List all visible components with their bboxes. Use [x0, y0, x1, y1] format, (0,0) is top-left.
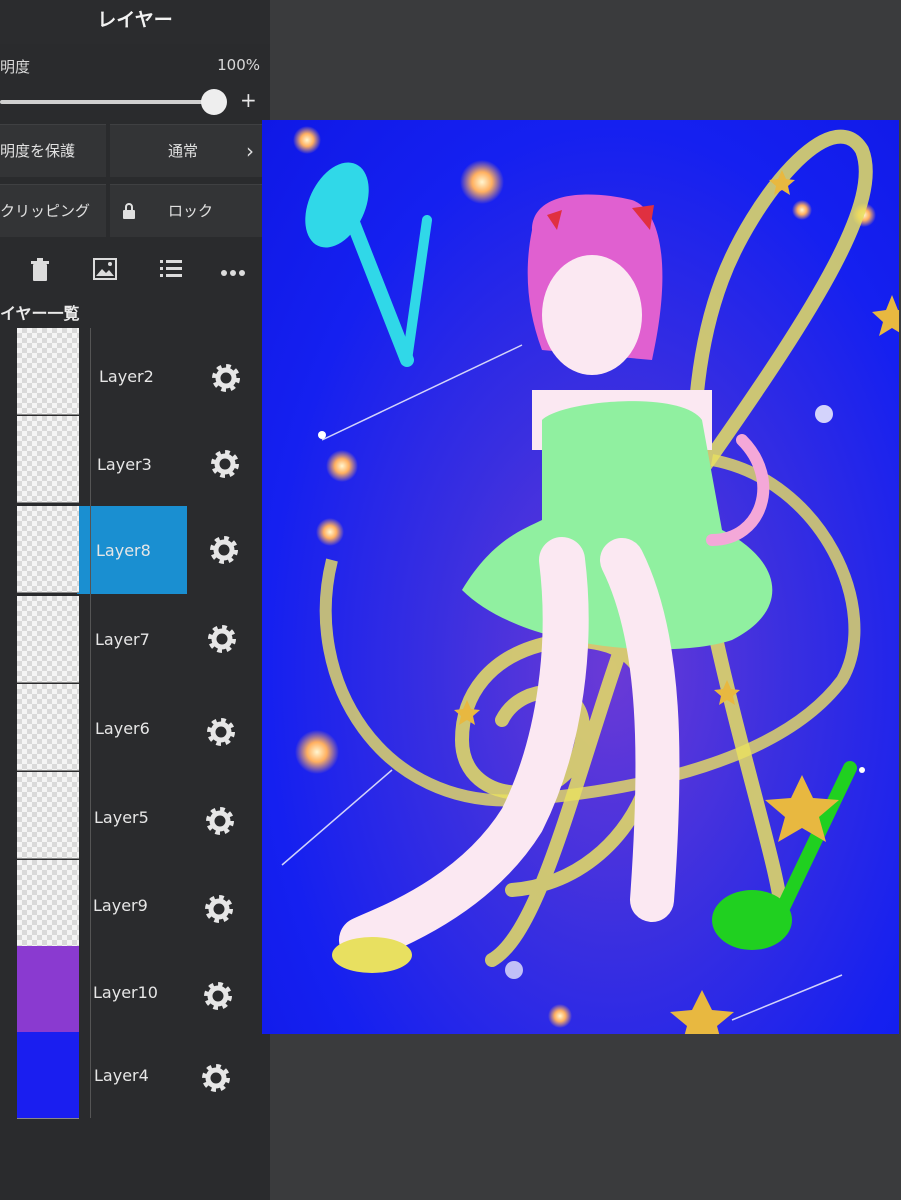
layer-row-layer8[interactable]: Layer8	[0, 506, 270, 594]
green-note	[712, 761, 857, 950]
protect-alpha-button[interactable]: 明度を保護	[0, 124, 106, 177]
layer-thumbnail	[17, 1032, 79, 1119]
layer-name: Layer5	[94, 808, 149, 827]
opacity-label: 明度	[0, 58, 31, 76]
protect-alpha-label: 明度を保護	[0, 142, 76, 160]
layer-row-layer7[interactable]: Layer7	[0, 596, 270, 683]
layer-thumbnail	[17, 772, 79, 859]
layer-list-title: イヤー一覧	[0, 304, 80, 323]
cyan-note	[305, 162, 432, 367]
opacity-value: 100%	[217, 56, 260, 74]
list-icon[interactable]	[158, 258, 184, 284]
layer-thumbnail	[17, 684, 79, 771]
gear-icon[interactable]	[207, 446, 243, 482]
layer-list: Layer2 Layer3 Layer8 Layer7 Layer6 Layer…	[0, 328, 270, 1200]
layer-row-layer4[interactable]: Layer4	[0, 1032, 270, 1119]
layer-thumbnail	[17, 946, 79, 1033]
blend-mode-label: 通常	[168, 142, 199, 160]
clipping-label: クリッピング	[0, 202, 91, 220]
layer-name: Layer4	[94, 1066, 149, 1085]
layer-toolbar	[0, 252, 270, 292]
opacity-row: 明度 100%	[0, 52, 270, 82]
layer-name: Layer9	[93, 896, 148, 915]
opacity-slider[interactable]: +	[0, 88, 262, 116]
layer-name: Layer3	[97, 455, 152, 474]
artwork-canvas[interactable]	[262, 120, 899, 1034]
image-icon[interactable]	[92, 258, 118, 284]
trash-icon[interactable]	[27, 258, 53, 284]
layer-panel: レイヤー 明度 100% + 明度を保護 通常 › クリッピング ロック イヤー…	[0, 0, 270, 1200]
gear-icon[interactable]	[203, 714, 239, 750]
slider-track	[0, 100, 214, 104]
layer-thumbnail	[17, 860, 79, 947]
panel-title: レイヤー	[0, 0, 270, 44]
plus-icon[interactable]: +	[240, 88, 257, 112]
gear-icon[interactable]	[198, 1060, 234, 1096]
layer-name: Layer7	[95, 630, 150, 649]
layer-name: Layer2	[99, 367, 154, 386]
layer-thumbnail	[17, 416, 79, 503]
layer-row-layer9[interactable]: Layer9	[0, 860, 270, 947]
layer-row-layer6[interactable]: Layer6	[0, 684, 270, 771]
layer-name: Layer8	[96, 541, 151, 560]
more-icon[interactable]	[220, 258, 246, 284]
gear-icon[interactable]	[200, 978, 236, 1014]
layer-thumbnail	[17, 596, 79, 683]
gear-icon[interactable]	[204, 621, 240, 657]
layer-row-layer10[interactable]: Layer10	[0, 946, 270, 1033]
layer-name: Layer6	[95, 719, 150, 738]
chevron-right-icon: ›	[246, 139, 254, 163]
layer-thumbnail	[17, 506, 79, 593]
gear-icon[interactable]	[202, 803, 238, 839]
gear-icon[interactable]	[201, 891, 237, 927]
artwork-illustration	[281, 126, 899, 1034]
blend-mode-button[interactable]: 通常 ›	[110, 124, 270, 177]
lock-button[interactable]: ロック	[110, 184, 270, 237]
gear-icon[interactable]	[208, 360, 244, 396]
layer-thumbnail	[17, 328, 79, 415]
layer-row-layer2[interactable]: Layer2	[0, 328, 270, 415]
layer-name: Layer10	[93, 983, 158, 1002]
lock-icon	[123, 203, 135, 219]
gear-icon[interactable]	[206, 532, 242, 568]
layer-row-layer5[interactable]: Layer5	[0, 772, 270, 859]
list-divider	[90, 328, 91, 1118]
lock-label: ロック	[168, 202, 214, 220]
layer-row-layer3[interactable]: Layer3	[0, 416, 270, 503]
slider-thumb[interactable]	[201, 89, 227, 115]
clipping-button[interactable]: クリッピング	[0, 184, 106, 237]
